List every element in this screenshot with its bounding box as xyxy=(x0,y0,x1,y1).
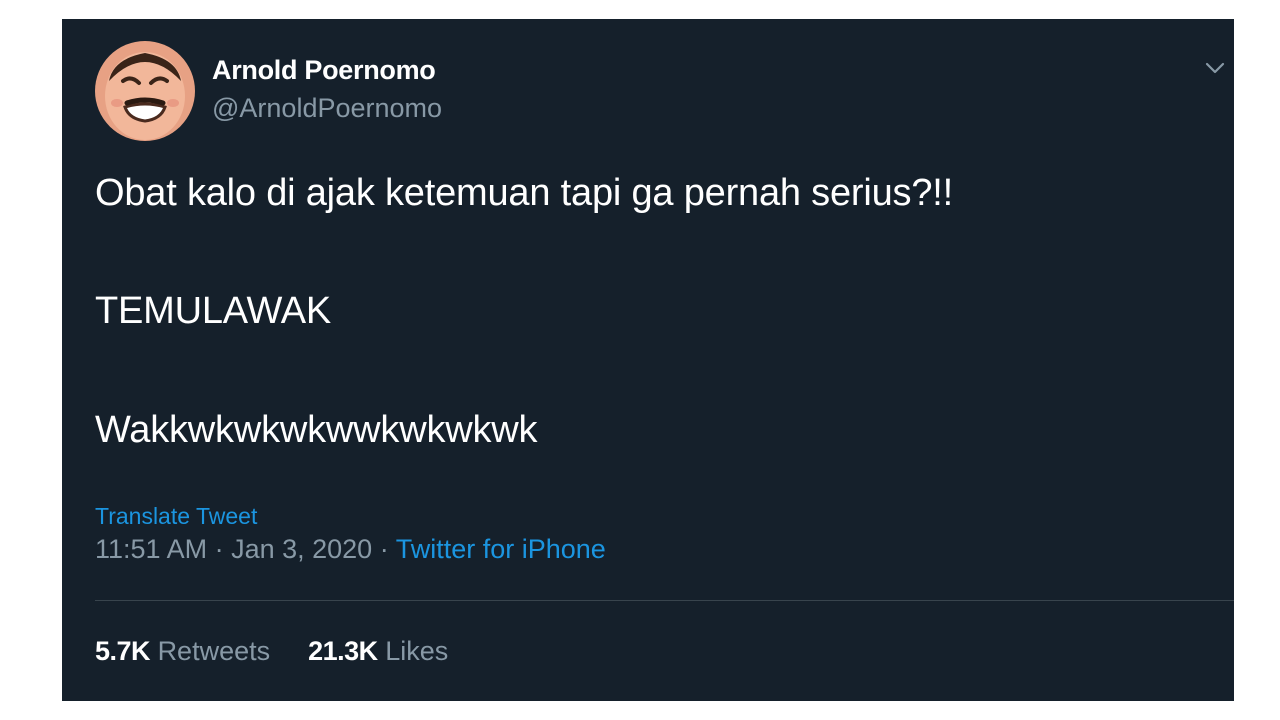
tweet-stats: 5.7K Retweets 21.3K Likes xyxy=(95,636,486,667)
tweet-source-link[interactable]: Twitter for iPhone xyxy=(396,534,606,564)
tweet-card: Arnold Poernomo @ArnoldPoernomo Obat kal… xyxy=(62,19,1234,701)
avatar-image xyxy=(95,41,195,141)
tweet-date[interactable]: Jan 3, 2020 xyxy=(231,534,372,564)
divider xyxy=(95,600,1234,601)
author-display-name[interactable]: Arnold Poernomo xyxy=(212,55,436,86)
meta-separator: · xyxy=(372,534,396,564)
retweets-label: Retweets xyxy=(157,636,271,666)
retweets-stat[interactable]: 5.7K Retweets xyxy=(95,636,270,666)
tweet-time[interactable]: 11:51 AM xyxy=(95,534,207,564)
tweet-text-line-1: Obat kalo di ajak ketemuan tapi ga perna… xyxy=(95,172,953,214)
likes-stat[interactable]: 21.3K Likes xyxy=(308,636,448,666)
meta-separator: · xyxy=(207,534,232,564)
tweet-text-line-3: Wakkwkwkwkwwkwkwkwk xyxy=(95,409,538,451)
retweets-count: 5.7K xyxy=(95,636,151,666)
chevron-down-icon[interactable] xyxy=(1202,55,1228,81)
tweet-text-line-2: TEMULAWAK xyxy=(95,290,332,332)
author-handle[interactable]: @ArnoldPoernomo xyxy=(212,93,442,124)
likes-count: 21.3K xyxy=(308,636,378,666)
translate-tweet-link[interactable]: Translate Tweet xyxy=(95,503,257,530)
tweet-meta: 11:51 AM · Jan 3, 2020 · Twitter for iPh… xyxy=(95,534,606,565)
likes-label: Likes xyxy=(385,636,449,666)
avatar[interactable] xyxy=(95,41,195,141)
